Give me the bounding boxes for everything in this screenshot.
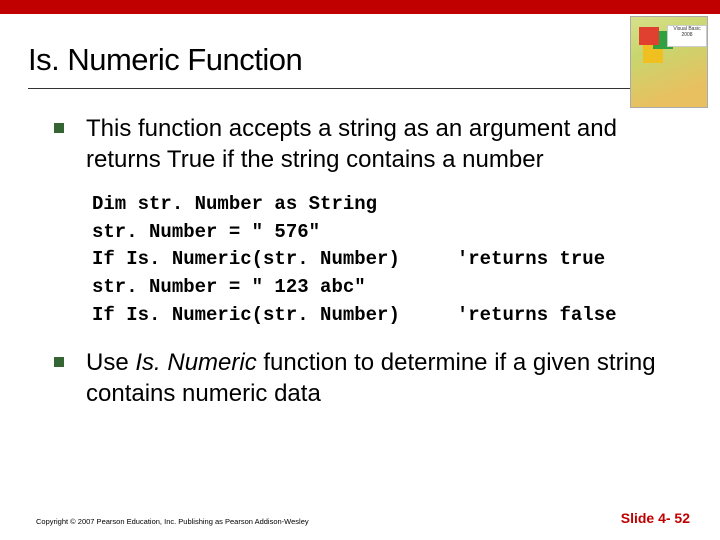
bullet-item: This function accepts a string as an arg… [54, 113, 680, 175]
code-line-3a: If Is. Numeric(str. Number) [92, 248, 400, 270]
code-line-4: str. Number = " 123 abc" [92, 276, 366, 298]
code-line-1: Dim str. Number as String [92, 193, 377, 215]
slide-title: Is. Numeric Function [0, 14, 720, 86]
lego-blocks-icon [639, 27, 659, 45]
code-line-5a: If Is. Numeric(str. Number) [92, 304, 400, 326]
slide-number: Slide 4- 52 [621, 510, 690, 526]
code-block: Dim str. Number as String str. Number = … [54, 181, 680, 347]
slide-footer: Copyright © 2007 Pearson Education, Inc.… [36, 510, 690, 526]
book-brand-text: Visual Basic 2008 [669, 27, 705, 38]
bullet2-pre: Use [86, 349, 135, 376]
book-cover-thumbnail: Visual Basic 2008 [630, 16, 708, 108]
copyright-text: Copyright © 2007 Pearson Education, Inc.… [36, 517, 309, 526]
square-bullet-icon [54, 123, 64, 133]
code-line-2: str. Number = " 576" [92, 221, 320, 243]
code-line-5b: 'returns false [457, 304, 617, 326]
square-bullet-icon [54, 357, 64, 367]
bullet-text-1: This function accepts a string as an arg… [86, 113, 680, 175]
bullet2-func: Is. Numeric [135, 349, 256, 376]
slide-content: This function accepts a string as an arg… [0, 89, 720, 409]
bullet-text-2: Use Is. Numeric function to determine if… [86, 347, 680, 409]
book-brand-line2: 2008 [681, 32, 692, 38]
code-line-3b: 'returns true [457, 248, 605, 270]
top-accent-bar [0, 0, 720, 14]
bullet-item: Use Is. Numeric function to determine if… [54, 347, 680, 409]
